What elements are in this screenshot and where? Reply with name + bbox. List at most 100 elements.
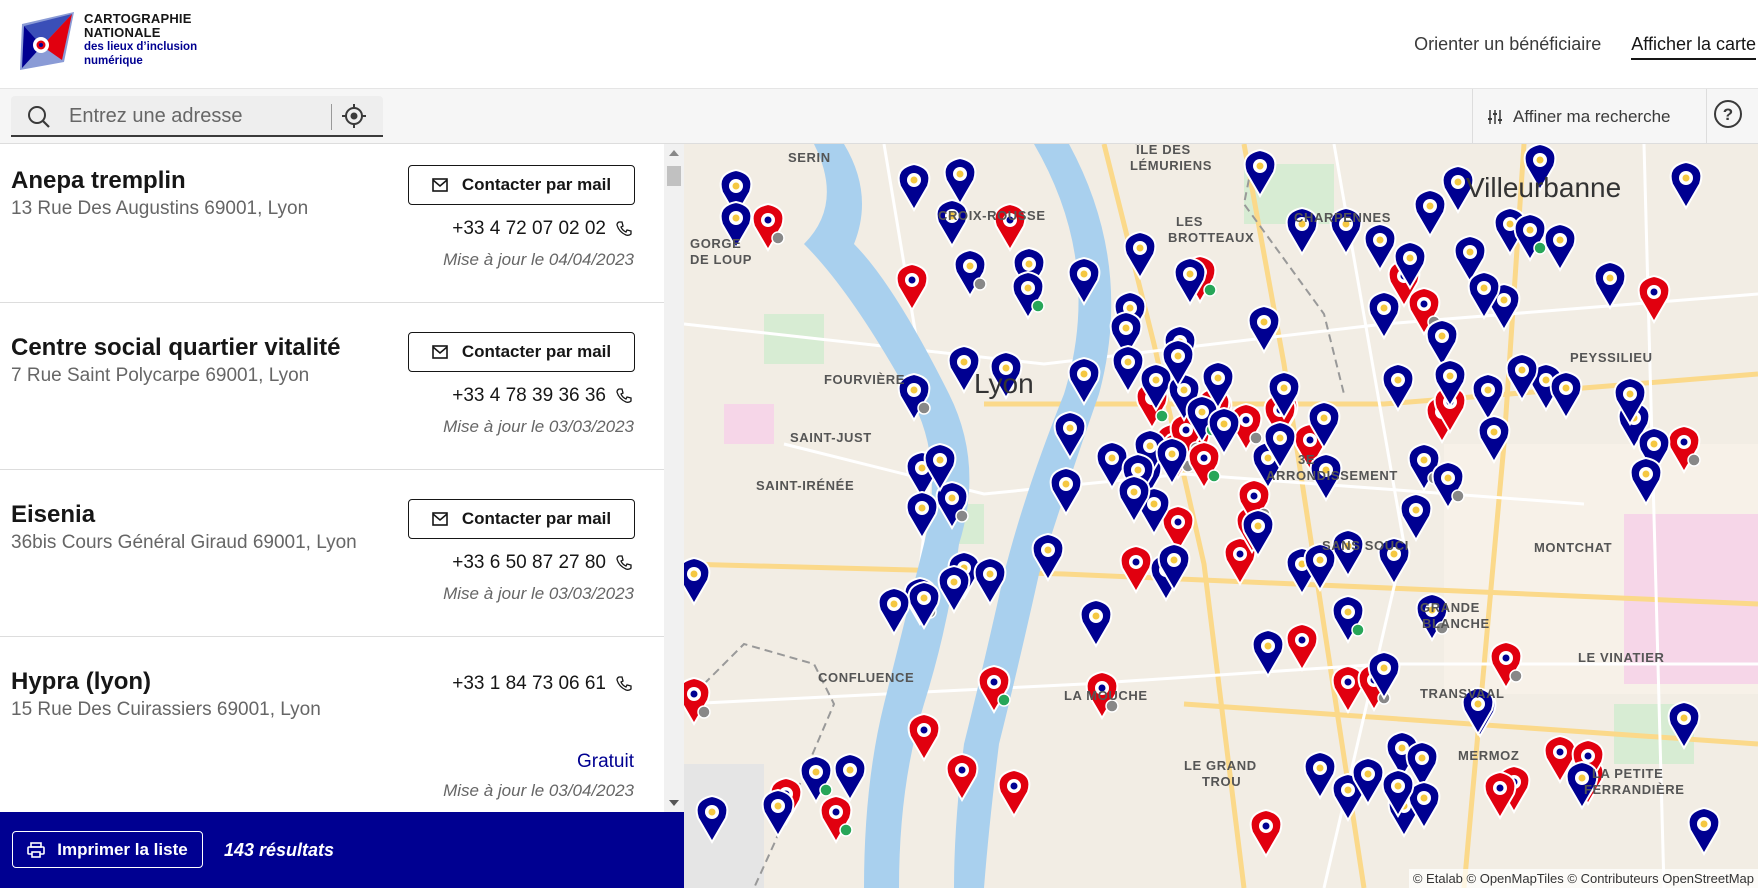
place-phone[interactable]: +33 6 50 87 27 80 — [452, 552, 632, 574]
map-district-label: CHARPENNES — [1294, 210, 1392, 225]
update-date: Mise à jour le 03/04/2023 — [443, 781, 634, 800]
map[interactable]: Lyon Villeurbanne SERIN ÎLE DES LÉMURIEN… — [684, 144, 1758, 888]
map-district-label: FOURVIÈRE — [824, 372, 906, 387]
map-district-label: SANS SOUCI — [1322, 538, 1409, 553]
address-search-input[interactable] — [69, 102, 329, 130]
mail-icon — [432, 345, 448, 359]
place-phone[interactable]: +33 1 84 73 06 61 — [452, 673, 632, 695]
map-district-label: LES — [1176, 214, 1204, 229]
place-phone[interactable]: +33 4 78 39 36 36 — [452, 385, 632, 407]
contact-mail-button[interactable]: Contacter par mail — [408, 332, 635, 372]
phone-number[interactable]: +33 4 72 07 02 02 — [452, 218, 606, 240]
nav-afficher-carte-link[interactable]: Afficher la carte — [1631, 34, 1756, 60]
scroll-down-icon[interactable] — [669, 800, 679, 806]
mail-icon — [432, 178, 448, 192]
list-item[interactable]: Eisenia 36bis Cours Général Giraud 69001… — [0, 470, 664, 637]
place-address: 13 Rue Des Augustins 69001, Lyon — [11, 198, 309, 219]
search-bar: Affiner ma recherche ? — [0, 89, 1758, 144]
place-address: 36bis Cours Général Giraud 69001, Lyon — [11, 532, 357, 553]
phone-number[interactable]: +33 1 84 73 06 61 — [452, 673, 606, 695]
results-count: 143 résultats — [224, 840, 335, 860]
map-district-label: BROTTEAUX — [1168, 230, 1255, 245]
brand-line-1: CARTOGRAPHIE — [84, 11, 192, 26]
map-city2-label: Villeurbanne — [1466, 172, 1622, 203]
contact-mail-label: Contacter par mail — [461, 175, 612, 194]
print-list-button[interactable]: Imprimer la liste — [12, 831, 203, 868]
phone-icon — [616, 676, 632, 691]
print-list-label: Imprimer la liste — [57, 839, 188, 859]
scroll-up-icon[interactable] — [669, 150, 679, 156]
map-district-label: LE GRAND — [1184, 758, 1257, 773]
map-district-label: BLANCHE — [1422, 616, 1490, 631]
brand-line-2: NATIONALE — [84, 25, 161, 40]
map-district-label: SERIN — [788, 150, 831, 165]
contact-mail-button[interactable]: Contacter par mail — [408, 499, 635, 539]
contact-mail-label: Contacter par mail — [461, 509, 612, 528]
list-scrollbar[interactable] — [664, 144, 684, 812]
place-name[interactable]: Eisenia — [11, 501, 95, 529]
map-district-label: FERRANDIÈRE — [1584, 782, 1685, 797]
map-district-label: TROU — [1202, 774, 1242, 789]
map-district-label: LA PETITE — [1592, 766, 1664, 781]
map-district-label: DE LOUP — [690, 252, 752, 267]
map-attribution: © Etalab © OpenMapTiles © Contributeurs … — [1408, 869, 1758, 888]
refine-search-button[interactable]: Affiner ma recherche — [1472, 89, 1707, 144]
map-district-label: CONFLUENCE — [818, 670, 915, 685]
refine-search-label: Affiner ma recherche — [1513, 106, 1671, 126]
results-list: Anepa tremplin 13 Rue Des Augustins 6900… — [0, 144, 665, 812]
phone-number[interactable]: +33 4 78 39 36 36 — [452, 385, 606, 407]
printer-icon — [27, 841, 46, 858]
place-name[interactable]: Hypra (lyon) — [11, 668, 151, 696]
map-district-label: 3E — [1298, 452, 1316, 467]
brand-line-3: des lieux d’inclusion — [84, 41, 198, 53]
brand-name: CARTOGRAPHIE NATIONALE des lieux d’inclu… — [84, 12, 197, 68]
map-district-label: PEYSSILIEU — [1570, 350, 1653, 365]
free-badge: Gratuit — [576, 751, 634, 772]
header: CARTOGRAPHIE NATIONALE des lieux d’inclu… — [0, 0, 1758, 89]
help-icon[interactable]: ? — [1712, 98, 1744, 130]
brand-line-4: numérique — [84, 55, 143, 67]
update-date: Mise à jour le 03/03/2023 — [443, 417, 634, 436]
phone-icon — [616, 388, 632, 403]
map-district-label: CROIX-ROUSSE — [938, 208, 1046, 223]
map-city-label: Lyon — [974, 368, 1034, 399]
phone-icon — [616, 221, 632, 236]
geolocate-icon[interactable] — [341, 103, 367, 129]
list-item[interactable]: Centre social quartier vitalité 7 Rue Sa… — [0, 303, 664, 470]
map-district-label: MONTCHAT — [1534, 540, 1613, 555]
map-district-label: SAINT-JUST — [790, 430, 872, 445]
sliders-icon — [1488, 109, 1502, 124]
update-date: Mise à jour le 04/04/2023 — [443, 250, 634, 269]
place-name[interactable]: Anepa tremplin — [11, 167, 186, 195]
phone-number[interactable]: +33 6 50 87 27 80 — [452, 552, 606, 574]
mail-icon — [432, 512, 448, 526]
place-address: 7 Rue Saint Polycarpe 69001, Lyon — [11, 365, 310, 386]
map-district-label: LÉMURIENS — [1130, 158, 1212, 173]
nav-orienter-link[interactable]: Orienter un bénéficiaire — [1414, 34, 1601, 60]
address-search-box — [11, 96, 383, 137]
search-icon — [28, 106, 50, 128]
map-district-label: GRANDE — [1420, 600, 1480, 615]
map-district-label: GORGE — [690, 236, 742, 251]
map-district-label: LE VINATIER — [1578, 650, 1665, 665]
map-district-label: SAINT-IRÉNÉE — [756, 478, 855, 493]
place-address: 15 Rue Des Cuirassiers 69001, Lyon — [11, 699, 321, 720]
scroll-thumb[interactable] — [667, 166, 681, 186]
top-nav: Orienter un bénéficiaire Afficher la car… — [1414, 34, 1758, 60]
place-name[interactable]: Centre social quartier vitalité — [11, 334, 340, 362]
contact-mail-label: Contacter par mail — [461, 342, 612, 361]
list-item[interactable]: Anepa tremplin 13 Rue Des Augustins 6900… — [0, 144, 664, 303]
contact-mail-button[interactable]: Contacter par mail — [408, 165, 635, 205]
search-separator — [331, 104, 332, 130]
map-district-label: LA MOUCHE — [1064, 688, 1148, 703]
map-district-label: ÎLE DES — [1136, 144, 1191, 157]
map-district-label: ARRONDISSEMENT — [1266, 468, 1398, 483]
place-phone[interactable]: +33 4 72 07 02 02 — [452, 218, 632, 240]
map-district-label: TRANSVAAL — [1420, 686, 1505, 701]
map-district-label: MERMOZ — [1458, 748, 1520, 763]
list-item[interactable]: Hypra (lyon) 15 Rue Des Cuirassiers 6900… — [0, 637, 664, 804]
compass-logo-icon[interactable] — [14, 10, 76, 72]
list-footer: Imprimer la liste 143 résultats — [0, 812, 685, 888]
phone-icon — [616, 555, 632, 570]
update-date: Mise à jour le 03/03/2023 — [443, 584, 634, 603]
